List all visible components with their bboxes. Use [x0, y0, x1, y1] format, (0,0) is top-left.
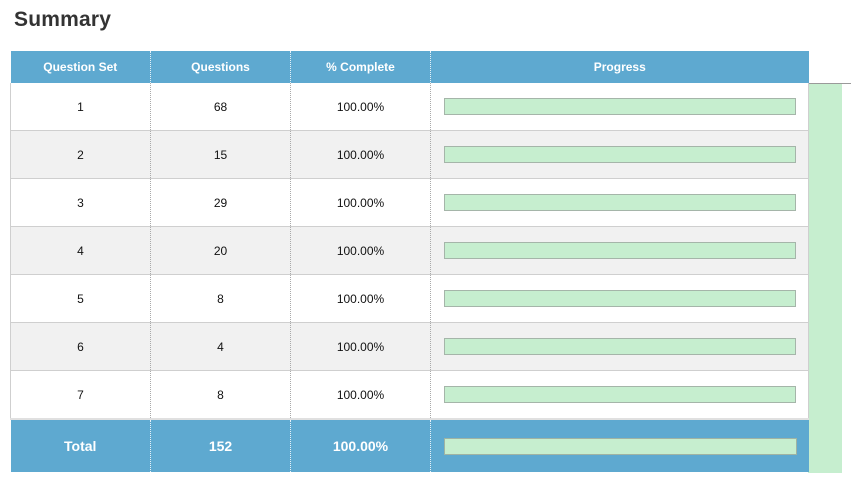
total-label: Total: [10, 418, 151, 472]
question-set-cell: 1: [10, 83, 151, 131]
progress-fill: [445, 291, 795, 306]
progress-bar: [444, 146, 796, 163]
questions-cell: 29: [150, 178, 291, 227]
percent-complete-cell: 100.00%: [290, 226, 431, 275]
progress-fill: [445, 195, 795, 210]
table-row: 7 8 100.00%: [10, 370, 809, 420]
question-set-cell: 7: [10, 370, 151, 420]
column-header-question-set: Question Set: [10, 51, 151, 83]
column-header-progress: Progress: [430, 51, 809, 83]
total-percent-complete: 100.00%: [290, 418, 431, 472]
percent-complete-cell: 100.00%: [290, 370, 431, 420]
column-header-questions: Questions: [150, 51, 291, 83]
progress-cell: [430, 322, 809, 371]
total-progress-cell: [430, 418, 809, 472]
table-row: 3 29 100.00%: [10, 178, 809, 227]
question-set-cell: 4: [10, 226, 151, 275]
total-progress-bar: [444, 437, 797, 455]
percent-complete-cell: 100.00%: [290, 178, 431, 227]
summary-table: Question Set Questions % Complete Progre…: [10, 51, 809, 472]
total-progress-fill: [445, 438, 796, 454]
progress-bar: [444, 194, 796, 211]
question-set-cell: 2: [10, 130, 151, 179]
progress-bar: [444, 386, 796, 403]
progress-cell: [430, 178, 809, 227]
table-row: 5 8 100.00%: [10, 274, 809, 323]
progress-cell: [430, 83, 809, 131]
progress-fill: [445, 339, 795, 354]
progress-bar: [444, 98, 796, 115]
progress-fill: [445, 147, 795, 162]
questions-cell: 20: [150, 226, 291, 275]
table-row: 6 4 100.00%: [10, 322, 809, 371]
table-row: 2 15 100.00%: [10, 130, 809, 179]
progress-cell: [430, 274, 809, 323]
question-set-cell: 3: [10, 178, 151, 227]
table-header-row: Question Set Questions % Complete Progre…: [10, 51, 809, 83]
table-row: 1 68 100.00%: [10, 83, 809, 131]
questions-cell: 15: [150, 130, 291, 179]
progress-bar: [444, 242, 796, 259]
page-title: Summary: [14, 8, 112, 31]
total-row: Total 152 100.00%: [10, 418, 809, 472]
progress-cell: [430, 370, 809, 420]
progress-bar: [444, 290, 796, 307]
progress-cell: [430, 226, 809, 275]
progress-bar: [444, 338, 796, 355]
questions-cell: 8: [150, 370, 291, 420]
questions-cell: 4: [150, 322, 291, 371]
progress-cell: [430, 130, 809, 179]
percent-complete-cell: 100.00%: [290, 322, 431, 371]
percent-complete-cell: 100.00%: [290, 130, 431, 179]
progress-fill: [445, 99, 795, 114]
progress-fill: [445, 243, 795, 258]
questions-cell: 68: [150, 83, 291, 131]
question-set-cell: 5: [10, 274, 151, 323]
table-row: 4 20 100.00%: [10, 226, 809, 275]
progress-fill: [445, 387, 795, 402]
column-header-percent-complete: % Complete: [290, 51, 431, 83]
percent-complete-cell: 100.00%: [290, 83, 431, 131]
side-progress-indicator: [808, 84, 842, 473]
questions-cell: 8: [150, 274, 291, 323]
question-set-cell: 6: [10, 322, 151, 371]
percent-complete-cell: 100.00%: [290, 274, 431, 323]
total-questions: 152: [150, 418, 291, 472]
